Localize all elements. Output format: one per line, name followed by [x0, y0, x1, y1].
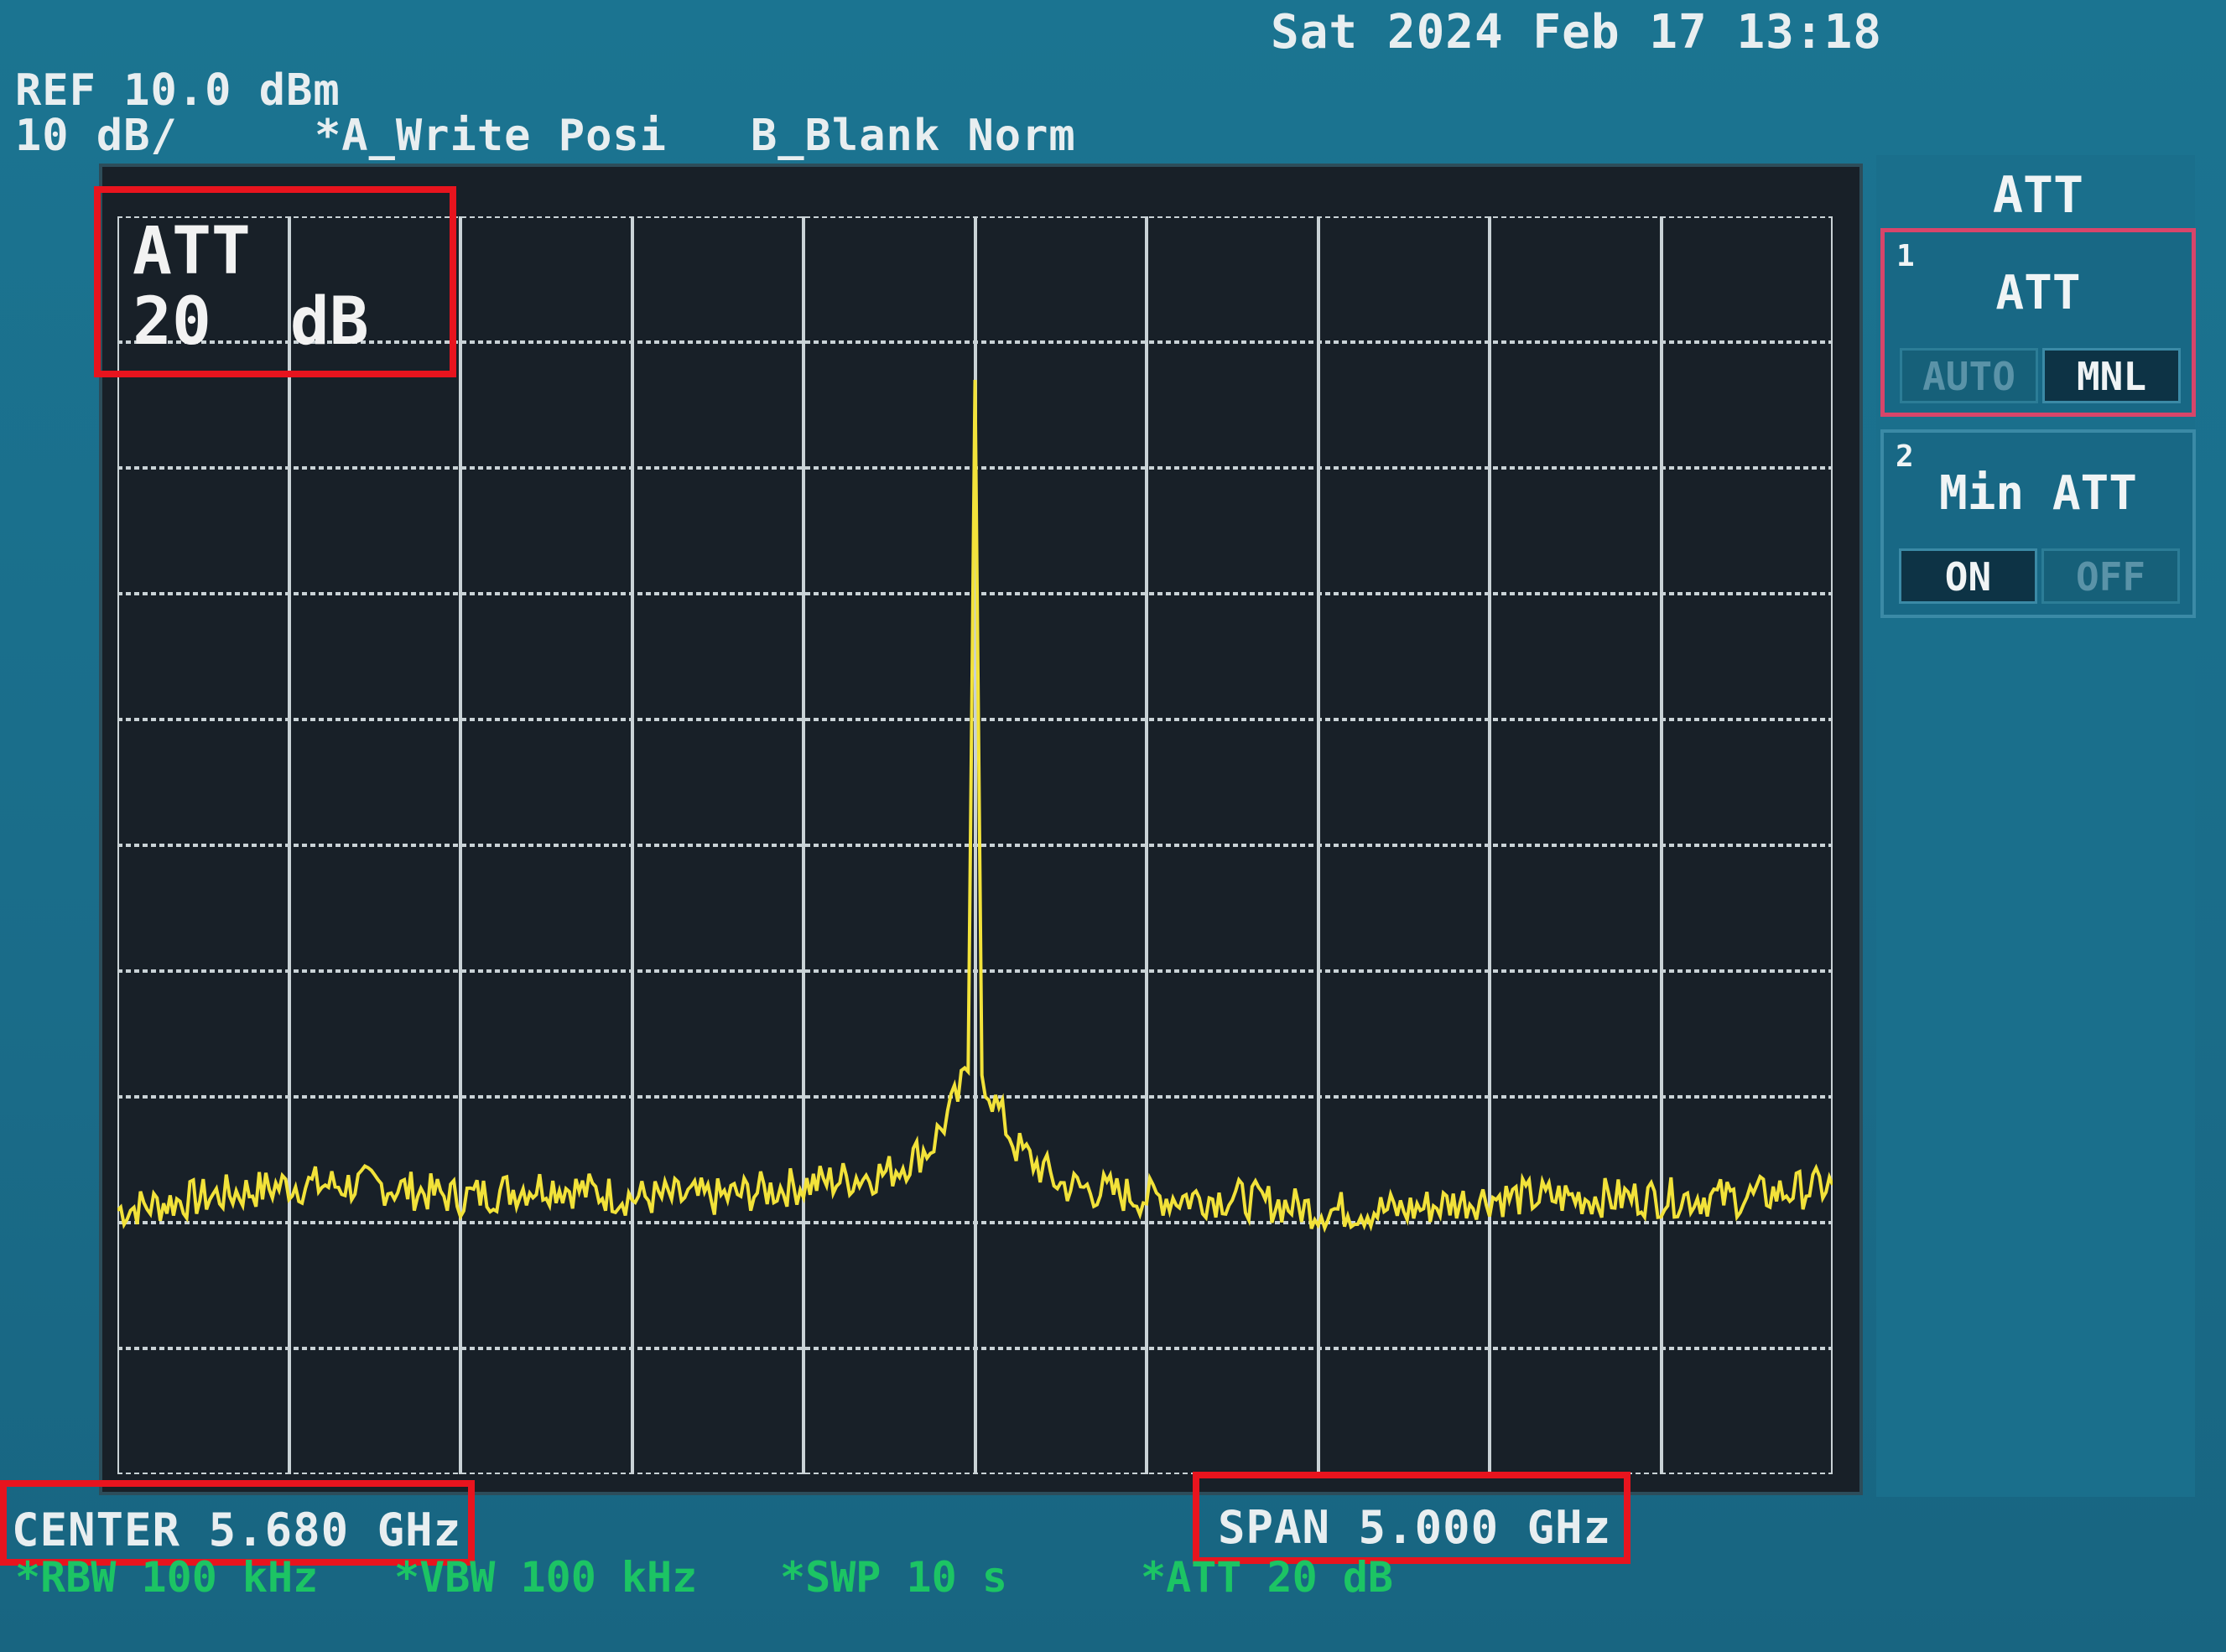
- att-manual-option[interactable]: MNL: [2042, 348, 2181, 403]
- span-value: SPAN 5.000 GHz: [1218, 1501, 1612, 1554]
- softkey-att[interactable]: 1 ATT AUTO MNL: [1880, 228, 2196, 417]
- min-att-on-option[interactable]: ON: [1899, 548, 2037, 604]
- rbw-status: *RBW 100 kHz: [15, 1553, 319, 1602]
- highlight-att-box: [94, 186, 456, 377]
- softkey-label: ATT: [1995, 266, 2081, 320]
- scale-label: 10 dB/: [15, 111, 178, 161]
- trace-b-mode: B_Blank Norm: [751, 111, 1076, 161]
- ref-level-label: REF 10.0 dBm: [15, 65, 341, 116]
- sweep-status: *SWP 10 s: [780, 1553, 1007, 1602]
- min-att-off-option[interactable]: OFF: [2041, 548, 2180, 604]
- softkey-min-att[interactable]: 2 Min ATT ON OFF: [1880, 429, 2196, 618]
- att-auto-option[interactable]: AUTO: [1900, 348, 2038, 403]
- center-frequency: CENTER 5.680 GHz: [12, 1504, 462, 1556]
- datetime-label: Sat 2024 Feb 17 13:18: [1271, 5, 1883, 60]
- softkey-label: Min ATT: [1938, 466, 2137, 521]
- trace-a-mode: *A_Write Posi: [315, 111, 667, 161]
- vbw-status: *VBW 100 kHz: [394, 1553, 698, 1602]
- softkey-menu-title: ATT: [1992, 166, 2084, 225]
- spectrum-plot: [117, 216, 1833, 1474]
- att-status: *ATT 20 dB: [1141, 1553, 1394, 1602]
